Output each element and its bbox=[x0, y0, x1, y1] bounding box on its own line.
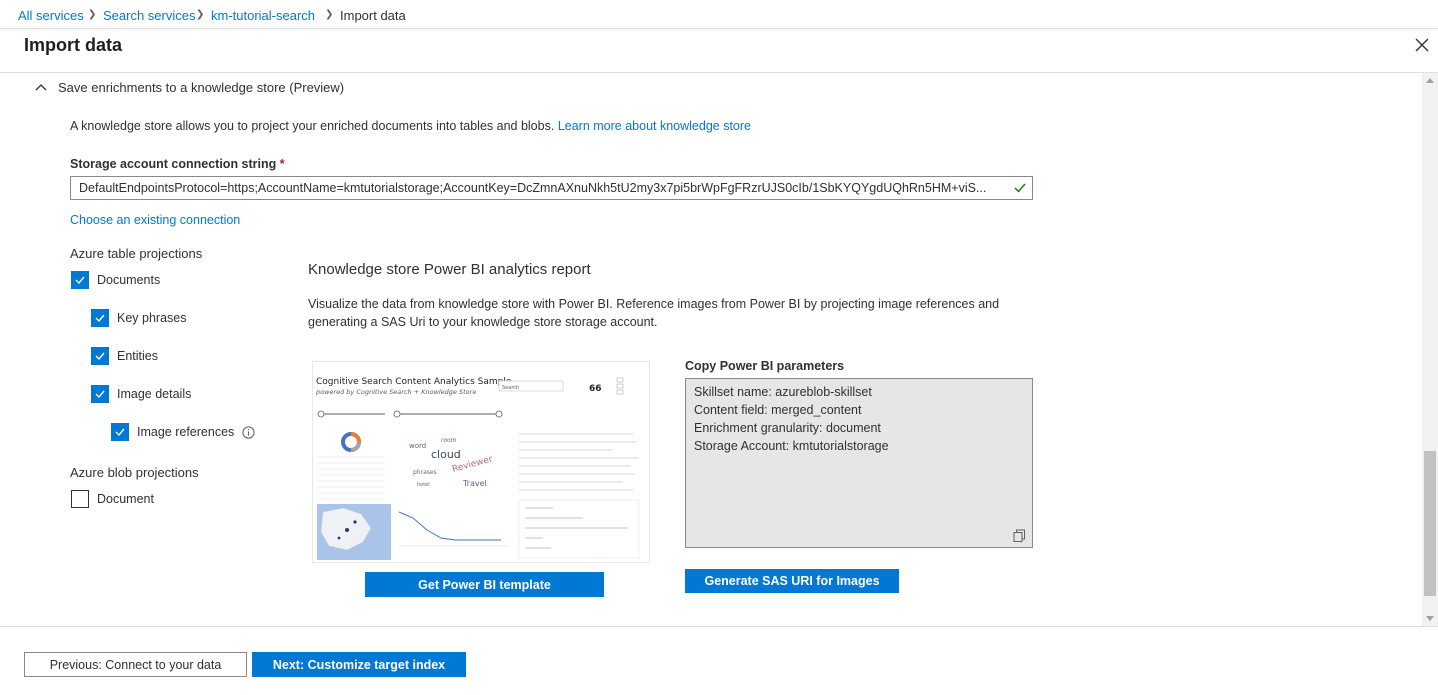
powerbi-params-textarea[interactable]: Skillset name: azureblob-skillset Conten… bbox=[685, 378, 1033, 548]
check-icon bbox=[95, 314, 105, 323]
preview-kpi: 66 bbox=[589, 384, 602, 394]
checkbox-label: Document bbox=[97, 492, 154, 506]
check-icon bbox=[115, 428, 125, 437]
chevron-right-icon: ❯ bbox=[325, 9, 334, 20]
checkbox[interactable] bbox=[91, 347, 109, 365]
checkbox[interactable] bbox=[71, 271, 89, 289]
checkbox[interactable] bbox=[71, 490, 89, 508]
scroll-up-icon[interactable] bbox=[1426, 78, 1434, 83]
next-button[interactable]: Next: Customize target index bbox=[252, 652, 466, 677]
powerbi-report-description: Visualize the data from knowledge store … bbox=[308, 297, 1000, 329]
get-powerbi-template-button[interactable]: Get Power BI template bbox=[365, 572, 604, 597]
preview-search-placeholder: Search bbox=[502, 385, 519, 391]
preview-subtitle: powered by Cognitive Search + Knowledge … bbox=[315, 388, 476, 396]
svg-text:hotel: hotel bbox=[417, 482, 430, 488]
breadcrumb-current: Import data bbox=[340, 8, 406, 23]
info-icon[interactable] bbox=[242, 425, 255, 439]
dashboard-thumbnail: Cognitive Search Content Analytics Sampl… bbox=[313, 362, 649, 562]
chevron-up-icon bbox=[35, 84, 47, 91]
connection-string-label: Storage account connection string * bbox=[70, 157, 285, 171]
title-bar: Import data bbox=[0, 29, 1438, 73]
content-area: Save enrichments to a knowledge store (P… bbox=[0, 73, 1422, 626]
knowledge-store-section-toggle[interactable]: Save enrichments to a knowledge store (P… bbox=[34, 77, 344, 97]
checkbox-image-details[interactable]: Image details bbox=[91, 385, 191, 403]
close-icon[interactable] bbox=[1412, 35, 1432, 55]
powerbi-report-preview-image: Cognitive Search Content Analytics Sampl… bbox=[312, 361, 650, 563]
checkbox-image-references[interactable]: Image references bbox=[111, 423, 255, 441]
table-projections-title: Azure table projections bbox=[70, 246, 203, 261]
svg-text:Travel: Travel bbox=[462, 479, 487, 488]
connection-string-input[interactable]: DefaultEndpointsProtocol=https;AccountNa… bbox=[70, 176, 1033, 200]
svg-text:room: room bbox=[441, 437, 457, 444]
breadcrumb-all-services[interactable]: All services bbox=[18, 8, 84, 23]
breadcrumb-search-services[interactable]: Search services bbox=[103, 8, 195, 23]
copy-powerbi-params-label: Copy Power BI parameters bbox=[685, 359, 845, 373]
svg-text:word: word bbox=[409, 442, 426, 450]
connection-string-label-text: Storage account connection string bbox=[70, 157, 277, 171]
blob-projections-title: Azure blob projections bbox=[70, 465, 199, 480]
param-storage-account: Storage Account: kmtutorialstorage bbox=[694, 439, 889, 453]
checkbox-documents[interactable]: Documents bbox=[71, 271, 160, 289]
learn-more-link[interactable]: Learn more about knowledge store bbox=[558, 119, 751, 133]
checkmark-icon bbox=[1014, 183, 1026, 193]
section-title: Save enrichments to a knowledge store (P… bbox=[58, 79, 345, 95]
scrollbar-thumb[interactable] bbox=[1424, 451, 1436, 596]
checkbox-blob-document[interactable]: Document bbox=[71, 490, 154, 508]
chevron-right-icon: ❯ bbox=[88, 9, 97, 20]
checkbox-label: Entities bbox=[117, 349, 158, 363]
checkbox[interactable] bbox=[91, 385, 109, 403]
check-icon bbox=[95, 390, 105, 399]
preview-title: Cognitive Search Content Analytics Sampl… bbox=[316, 377, 512, 387]
chevron-right-icon: ❯ bbox=[196, 9, 205, 20]
svg-text:cloud: cloud bbox=[431, 448, 461, 461]
checkbox-entities[interactable]: Entities bbox=[91, 347, 158, 365]
checkbox-label: Image details bbox=[117, 387, 192, 401]
checkbox[interactable] bbox=[111, 423, 129, 441]
scroll-down-icon[interactable] bbox=[1426, 616, 1434, 621]
check-icon bbox=[95, 352, 105, 361]
description-text: A knowledge store allows you to project … bbox=[70, 119, 555, 133]
footer-bar: Previous: Connect to your data Next: Cus… bbox=[0, 626, 1438, 695]
knowledge-store-description: A knowledge store allows you to project … bbox=[70, 119, 751, 133]
checkbox[interactable] bbox=[91, 309, 109, 327]
check-icon bbox=[75, 276, 85, 285]
previous-button[interactable]: Previous: Connect to your data bbox=[24, 652, 247, 677]
param-skillset: Skillset name: azureblob-skillset bbox=[694, 385, 872, 399]
required-marker: * bbox=[279, 157, 285, 171]
svg-text:phrases: phrases bbox=[413, 469, 437, 476]
checkbox-label: Documents bbox=[97, 273, 161, 287]
vertical-scrollbar[interactable] bbox=[1422, 73, 1438, 626]
choose-existing-connection-link[interactable]: Choose an existing connection bbox=[70, 213, 240, 227]
breadcrumb: All services ❯ Search services ❯ km-tuto… bbox=[0, 0, 1438, 29]
param-granularity: Enrichment granularity: document bbox=[694, 421, 881, 435]
page-title: Import data bbox=[24, 35, 123, 55]
param-content-field: Content field: merged_content bbox=[694, 403, 862, 417]
checkbox-key-phrases[interactable]: Key phrases bbox=[91, 309, 186, 327]
checkbox-label: Image references bbox=[137, 425, 235, 439]
generate-sas-uri-button[interactable]: Generate SAS URI for Images bbox=[685, 569, 899, 593]
powerbi-report-title: Knowledge store Power BI analytics repor… bbox=[308, 261, 591, 278]
copy-icon[interactable] bbox=[1013, 529, 1026, 542]
breadcrumb-search-service[interactable]: km-tutorial-search bbox=[211, 8, 315, 23]
checkbox-label: Key phrases bbox=[117, 311, 187, 325]
